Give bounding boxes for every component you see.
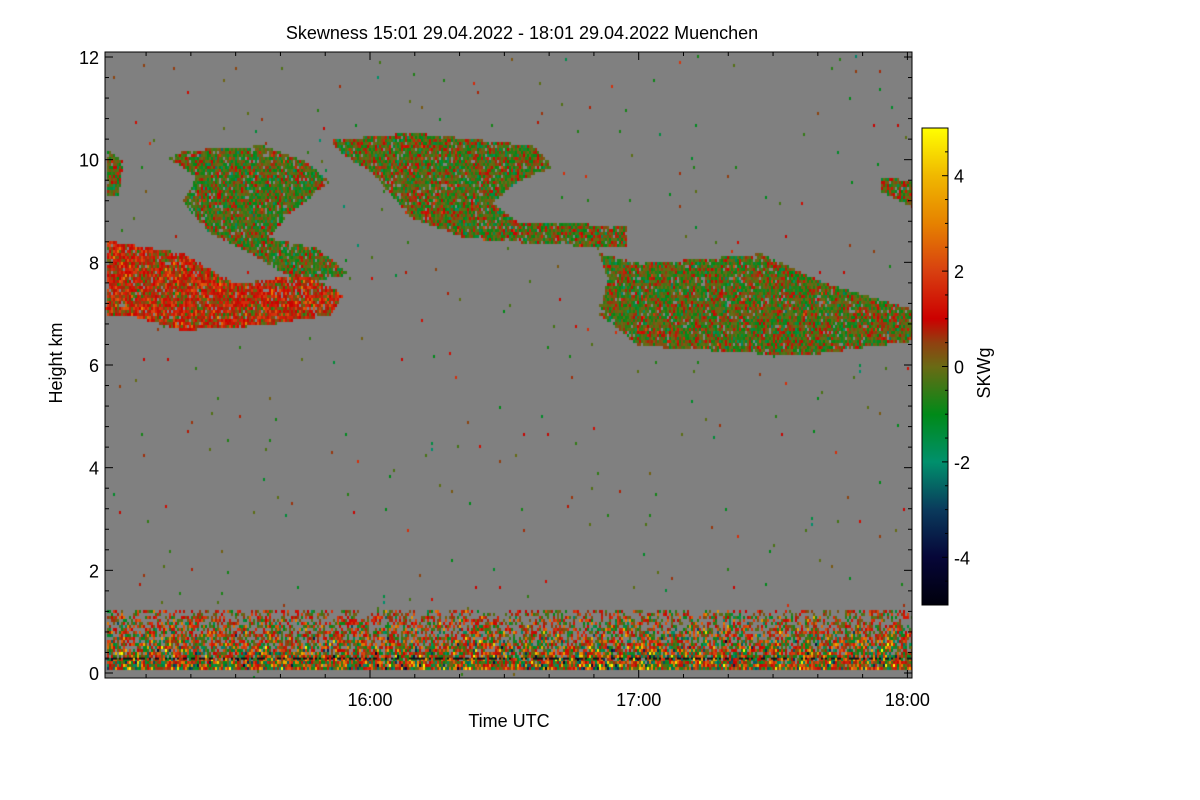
y-tick-label: 2 xyxy=(89,561,99,581)
colorbar-tick-label: 0 xyxy=(954,358,964,378)
colorbar-label: SKWg xyxy=(974,347,994,398)
colorbar-tick-label: 4 xyxy=(954,167,964,187)
x-axis-label: Time UTC xyxy=(468,711,549,731)
y-tick-label: 12 xyxy=(79,48,99,68)
y-tick-label: 4 xyxy=(89,459,99,479)
x-tick-label: 16:00 xyxy=(347,690,392,710)
chart-title: Skewness 15:01 29.04.2022 - 18:01 29.04.… xyxy=(286,23,758,43)
chart-axes: Skewness 15:01 29.04.2022 - 18:01 29.04.… xyxy=(46,23,994,731)
y-tick-label: 0 xyxy=(89,664,99,684)
y-tick-label: 10 xyxy=(79,151,99,171)
x-tick-label: 18:00 xyxy=(885,690,930,710)
y-tick-label: 8 xyxy=(89,253,99,273)
colorbar-tick-label: -4 xyxy=(954,548,970,568)
colorbar-tick-label: -2 xyxy=(954,453,970,473)
y-axis-label: Height km xyxy=(46,322,66,403)
y-tick-label: 6 xyxy=(89,356,99,376)
x-tick-label: 17:00 xyxy=(616,690,661,710)
chart-root: Skewness 15:01 29.04.2022 - 18:01 29.04.… xyxy=(0,0,1200,800)
colorbar-tick-label: 2 xyxy=(954,262,964,282)
plot-frame xyxy=(104,51,913,679)
